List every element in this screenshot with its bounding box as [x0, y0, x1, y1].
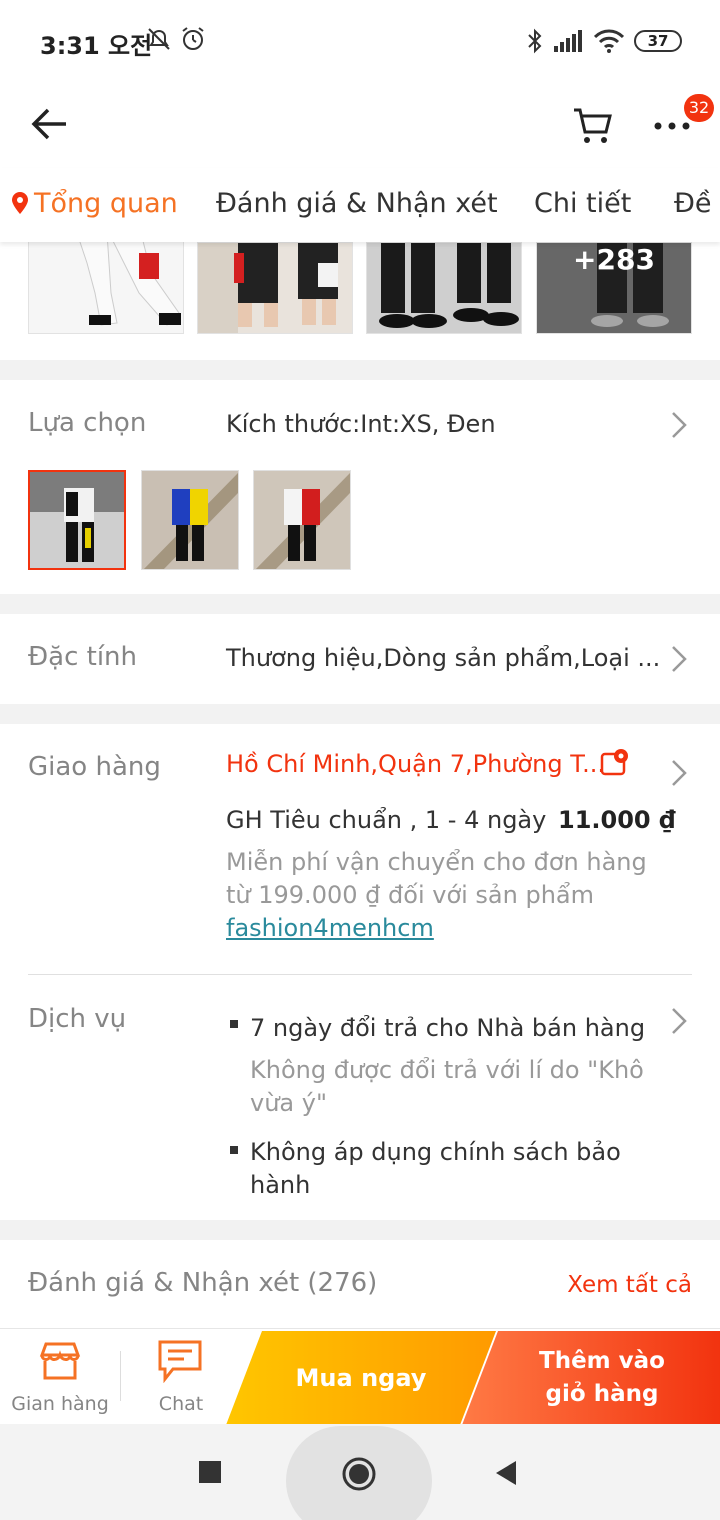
divider: [0, 704, 720, 724]
return-policy-title: 7 ngày đổi trả cho Nhà bán hàng: [250, 1014, 646, 1042]
back-arrow-icon[interactable]: [30, 104, 70, 144]
variant-option-black[interactable]: [28, 470, 126, 570]
status-bar: 3:31 오전 37: [0, 0, 720, 84]
cart-icon[interactable]: [572, 106, 614, 146]
bullet: [230, 1020, 238, 1028]
more-images-count: +283: [573, 243, 655, 276]
shop-link[interactable]: fashion4menhcm: [226, 914, 434, 942]
variant-option-red-white[interactable]: [253, 470, 351, 570]
status-time: 3:31 오전: [40, 32, 153, 60]
battery-indicator: 37: [634, 30, 682, 52]
alarm-icon: [182, 27, 204, 50]
home-button[interactable]: [286, 1426, 432, 1520]
see-all-reviews-link[interactable]: Xem tất cả: [567, 1272, 692, 1298]
top-app-bar: 32: [0, 84, 720, 168]
variant-value: Kích thước:Int:XS, Đen: [226, 410, 496, 438]
warranty-line-2: hành: [250, 1171, 311, 1199]
recent-apps-icon[interactable]: [199, 1461, 221, 1483]
cart-count-badge: 32: [684, 94, 714, 122]
wifi-icon: [594, 29, 624, 53]
divider: [0, 594, 720, 614]
reviews-title: Đánh giá & Nhận xét (276): [28, 1268, 378, 1298]
variant-label: Lựa chọn: [28, 408, 147, 438]
reviews-section: Đánh giá & Nhận xét (276) Xem tất cả: [0, 1240, 720, 1328]
delivery-label: Giao hàng: [28, 752, 161, 782]
gallery-image[interactable]: [366, 242, 522, 334]
store-button[interactable]: Gian hàng: [0, 1329, 120, 1425]
back-triangle-icon[interactable]: [494, 1459, 518, 1487]
delivery-method: GH Tiêu chuẩn , 1 - 4 ngày: [226, 806, 547, 834]
warranty-line-1: Không áp dụng chính sách bảo: [250, 1138, 621, 1166]
delivery-location[interactable]: Hồ Chí Minh,Quận 7,Phường T...: [226, 750, 605, 778]
divider: [28, 974, 692, 975]
chevron-right-icon: [672, 646, 687, 672]
variant-photo: [142, 471, 238, 569]
home-circle-icon: [342, 1457, 376, 1491]
free-shipping-note-2: từ 199.000 ₫ đối với sản phẩm: [226, 881, 595, 909]
delivery-section: Giao hàng Hồ Chí Minh,Quận 7,Phường T...…: [0, 724, 720, 1220]
mute-icon: [148, 28, 170, 50]
free-shipping-note-1: Miễn phí vận chuyển cho đơn hàng: [226, 848, 647, 876]
gallery-more-image[interactable]: +283: [536, 242, 692, 334]
add-to-cart-label-2: giỏ hàng: [545, 1381, 659, 1407]
bluetooth-icon: [528, 28, 542, 54]
chevron-right-icon[interactable]: [668, 758, 690, 788]
delivery-fee: 11.000 ₫: [558, 806, 676, 834]
variant-section[interactable]: Lựa chọn Kích thước:Int:XS, Đen: [0, 380, 720, 594]
variant-photo: [30, 472, 124, 568]
system-navigation-bar: [0, 1424, 720, 1520]
product-photo: [29, 233, 183, 333]
tab-details[interactable]: Chi tiết: [534, 188, 631, 219]
product-photo: [367, 243, 521, 333]
gallery-image[interactable]: [197, 242, 353, 334]
chevron-right-icon: [672, 412, 687, 438]
variant-option-blue-yellow[interactable]: [141, 470, 239, 570]
bottom-action-bar: Gian hàng Chat Mua ngay Thêm vào giỏ hàng: [0, 1328, 720, 1425]
location-pin-icon: [12, 192, 28, 214]
tab-overview-label: Tổng quan: [34, 188, 178, 219]
return-policy-note-2: vừa ý": [250, 1089, 327, 1117]
variant-photo: [254, 471, 350, 569]
add-to-cart-button[interactable]: Thêm vào giỏ hàng: [462, 1331, 720, 1425]
chat-button-label: Chat: [158, 1393, 204, 1415]
services-label: Dịch vụ: [28, 1004, 127, 1034]
product-photo: [198, 243, 352, 333]
tab-recommendations[interactable]: Đề x: [674, 188, 720, 219]
tab-reviews[interactable]: Đánh giá & Nhận xét: [216, 188, 498, 219]
return-policy-note-1: Không được đổi trả với lí do "Không: [250, 1056, 644, 1084]
bullet: [230, 1146, 238, 1154]
edit-location-icon[interactable]: [600, 748, 630, 778]
divider: [0, 360, 720, 380]
attributes-value: Thương hiệu,Dòng sản phẩm,Loại ...: [226, 644, 661, 672]
divider: [0, 1220, 720, 1240]
signal-icon: [554, 30, 582, 52]
attributes-label: Đặc tính: [28, 642, 138, 672]
store-icon: [39, 1342, 81, 1380]
chevron-right-icon[interactable]: [668, 1006, 690, 1036]
gallery-image[interactable]: [28, 232, 184, 334]
buy-now-button[interactable]: Mua ngay: [226, 1331, 496, 1425]
add-to-cart-label-1: Thêm vào: [539, 1348, 665, 1374]
chat-button[interactable]: Chat: [121, 1329, 241, 1425]
tab-overview[interactable]: Tổng quan: [12, 188, 178, 219]
chat-icon: [158, 1340, 202, 1383]
store-button-label: Gian hàng: [11, 1393, 109, 1415]
section-tabs: Tổng quan Đánh giá & Nhận xét Chi tiết Đ…: [0, 168, 720, 242]
attributes-section[interactable]: Đặc tính Thương hiệu,Dòng sản phẩm,Loại …: [0, 614, 720, 704]
product-gallery: +283: [0, 232, 720, 360]
